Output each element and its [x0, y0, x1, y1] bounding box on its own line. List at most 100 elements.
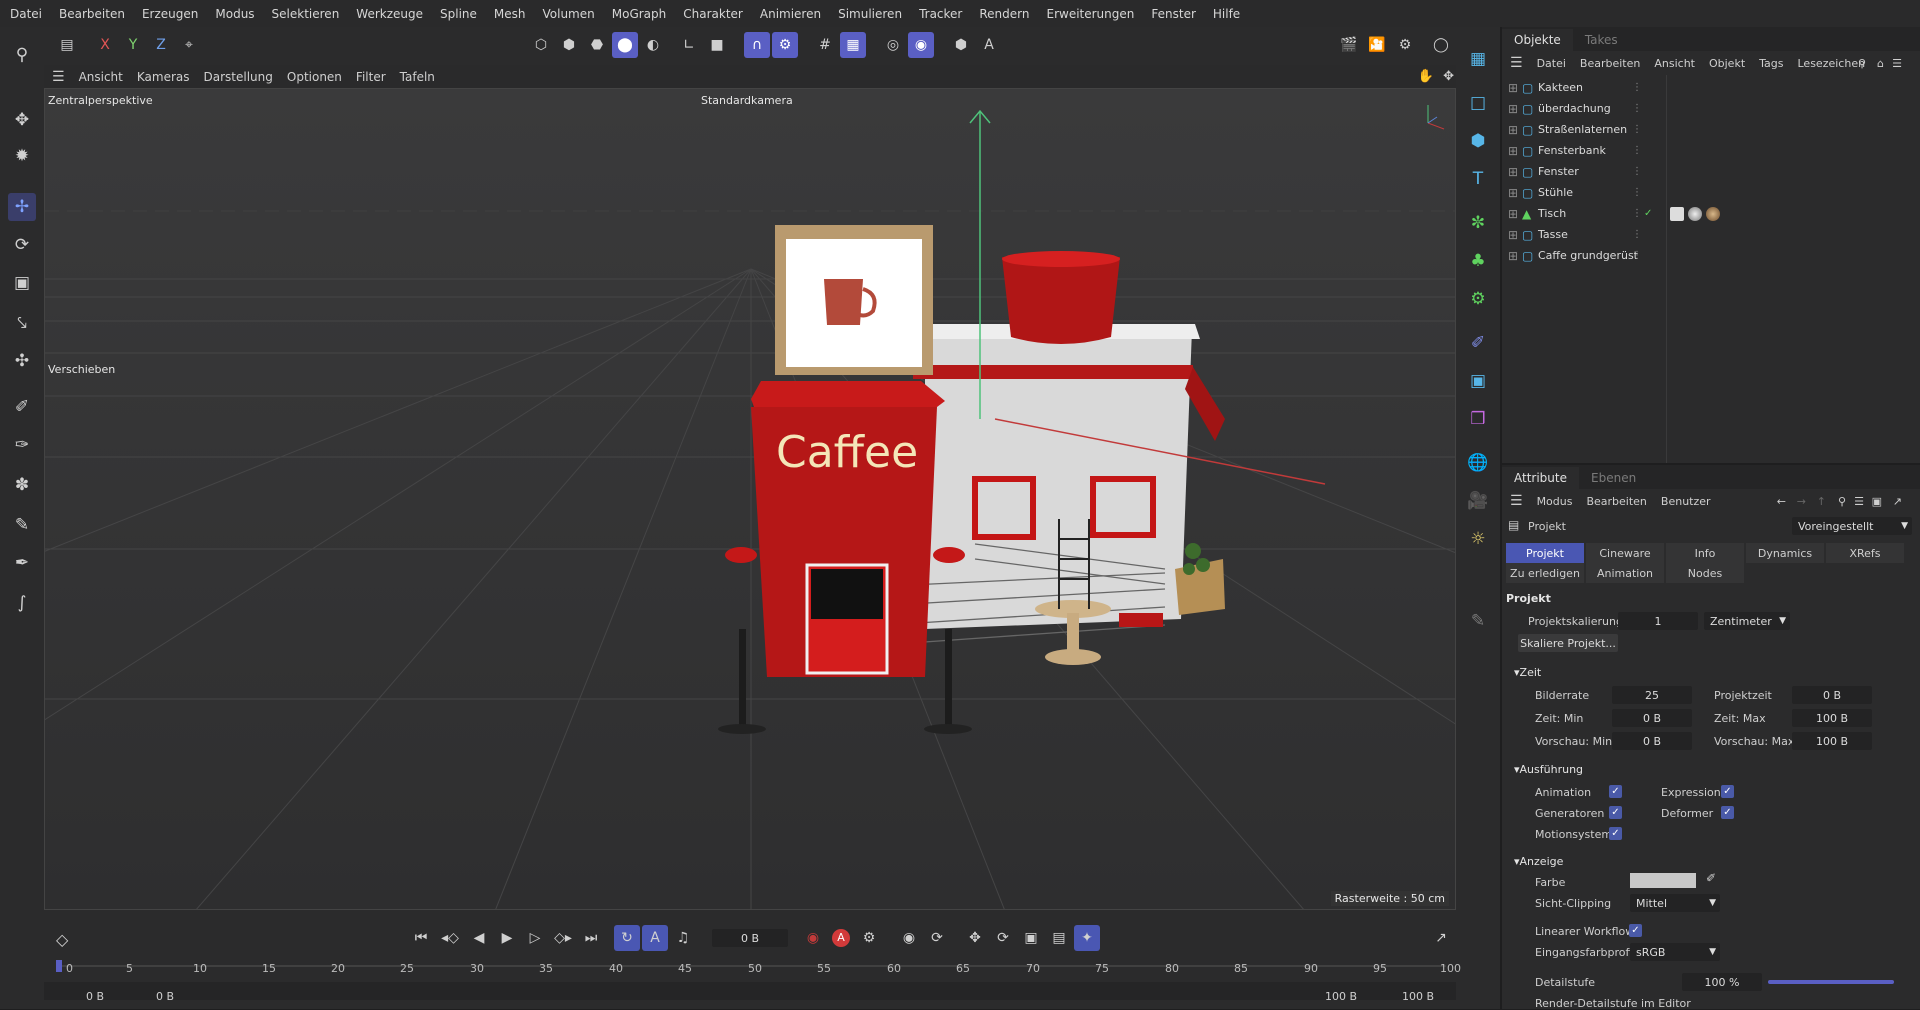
list-item[interactable]: ⊞ ▢ Fensterbank ⋮ [1502, 140, 1920, 161]
current-frame-input[interactable]: 0 B [712, 929, 788, 947]
menu-animieren[interactable]: Animieren [760, 7, 821, 21]
material-icon[interactable]: ⬢ [948, 32, 974, 58]
rotate-tool-icon[interactable]: ⟳ [8, 231, 36, 259]
range-start[interactable]: 0 B [86, 990, 104, 1003]
section-ausfuehrung[interactable]: ▾Ausführung [1514, 763, 1583, 776]
menu-rendern[interactable]: Rendern [979, 7, 1029, 21]
extrude-tool-icon[interactable]: ✽ [8, 471, 36, 499]
ptab-nodes[interactable]: Nodes [1666, 563, 1744, 583]
knife-tool-icon[interactable]: ✑ [8, 431, 36, 459]
move-tool-icon[interactable]: ✢ [8, 193, 36, 221]
filter-icon[interactable]: ☰ [1854, 495, 1864, 508]
light-icon[interactable]: ☼ [1464, 525, 1492, 553]
range-end[interactable]: 100 B [1402, 990, 1434, 1003]
tweak-tool-icon[interactable]: ✹ [8, 142, 36, 170]
sculpt-tool-icon[interactable]: ✒ [8, 549, 36, 577]
sicht-clipping-dropdown[interactable]: Mittel ▼ [1630, 894, 1720, 912]
snap-settings-icon[interactable]: ⚙ [772, 32, 798, 58]
camera-icon[interactable]: 🎥 [1464, 487, 1492, 515]
view-menu-kameras[interactable]: Kameras [137, 70, 190, 84]
ptab-projekt[interactable]: Projekt [1506, 543, 1584, 563]
motion-move-icon[interactable]: ✥ [962, 925, 988, 951]
search-icon[interactable]: ⚲ [1838, 495, 1846, 508]
hamburger-icon[interactable]: ☰ [1510, 493, 1523, 509]
edit-icon[interactable]: ✎ [1464, 607, 1492, 635]
projektzeit-input[interactable]: 0 B [1792, 686, 1872, 704]
loop-icon[interactable]: ↻ [614, 925, 640, 951]
transform-tool-icon[interactable]: ⤥ [8, 309, 36, 337]
list-item[interactable]: ⊞ ▢ Fenster ⋮ [1502, 161, 1920, 182]
axis-z-lock[interactable]: Z [148, 32, 174, 58]
motion-rotate-icon[interactable]: ⟳ [990, 925, 1016, 951]
tab-takes[interactable]: Takes [1573, 29, 1630, 51]
expand-icon[interactable]: ⊞ [1508, 228, 1518, 242]
zoom-view-icon[interactable]: ✥ [1443, 69, 1454, 84]
list-item[interactable]: ⊞ ▢ Stühle ⋮ [1502, 182, 1920, 203]
ptab-zu-erledigen[interactable]: Zu erledigen [1506, 563, 1584, 583]
animation-checkbox[interactable]: ✓ [1609, 785, 1622, 798]
forward-arrow-icon[interactable]: → [1797, 495, 1806, 508]
list-item[interactable]: ⊞ ▢ Caffe grundgerüst ⋮ [1502, 245, 1920, 266]
snap-move-icon[interactable]: ✣ [8, 347, 36, 375]
material-tag-icon[interactable] [1688, 206, 1702, 221]
undo-view-icon[interactable]: ▤ [54, 32, 80, 58]
cloner-icon[interactable]: ✼ [1464, 209, 1492, 237]
menu-werkzeuge[interactable]: Werkzeuge [356, 7, 423, 21]
ptab-dynamics[interactable]: Dynamics [1746, 543, 1824, 563]
timeline-ruler[interactable] [44, 910, 1456, 1009]
polygons-mode-icon[interactable]: ⬣ [584, 32, 610, 58]
expand-icon[interactable]: ⊞ [1508, 165, 1518, 179]
environment-icon[interactable]: 🌐 [1464, 449, 1492, 477]
scale-tool-icon[interactable]: ▣ [8, 269, 36, 297]
list-item[interactable]: ⊞ ▢ Straßenlaternen ⋮ [1502, 119, 1920, 140]
record-rot-icon[interactable]: ⟳ [924, 925, 950, 951]
null-object-icon[interactable]: □ [1464, 89, 1492, 117]
visibility-icon[interactable]: ⋮ [1632, 166, 1642, 177]
visibility-icon[interactable]: ⋮ [1632, 82, 1642, 93]
obj-menu-datei[interactable]: Datei [1537, 57, 1566, 70]
motion-pla-icon[interactable]: ✦ [1074, 925, 1100, 951]
mograph-icon[interactable]: ♣ [1464, 247, 1492, 275]
preset-dropdown[interactable]: Voreingestellt ▼ [1792, 517, 1912, 535]
menu-charakter[interactable]: Charakter [683, 7, 743, 21]
expand-icon[interactable]: ⊞ [1508, 186, 1518, 200]
layout-icon[interactable]: ▦ [1464, 45, 1492, 73]
points-mode-icon[interactable]: ⬡ [528, 32, 554, 58]
menu-spline[interactable]: Spline [440, 7, 477, 21]
projektskalierung-input[interactable]: 1 [1618, 612, 1698, 630]
coordinate-system-icon[interactable]: ⌖ [176, 32, 202, 58]
filter-icon[interactable]: ☰ [1892, 57, 1902, 70]
hamburger-icon[interactable]: ☰ [52, 69, 65, 85]
spline-sketch-icon[interactable]: ∫ [8, 589, 36, 617]
bilderrate-input[interactable]: 25 [1612, 686, 1692, 704]
model-mode-icon[interactable]: ⬤ [612, 32, 638, 58]
expand-icon[interactable]: ⊞ [1508, 102, 1518, 116]
prev-frame-icon[interactable]: ◀ [466, 925, 492, 951]
phong-tag-icon[interactable] [1670, 206, 1684, 221]
sound-icon[interactable]: ♫ [670, 925, 696, 951]
axis-x-lock[interactable]: X [92, 32, 118, 58]
material-tag-icon[interactable] [1706, 206, 1720, 221]
search-icon[interactable]: ⚲ [8, 41, 36, 69]
expressions-checkbox[interactable]: ✓ [1721, 785, 1734, 798]
edges-mode-icon[interactable]: ⬢ [556, 32, 582, 58]
section-zeit[interactable]: ▾Zeit [1514, 666, 1541, 679]
keyframe-icon[interactable]: ◇ [56, 930, 68, 949]
view-menu-ansicht[interactable]: Ansicht [79, 70, 123, 84]
expand-icon[interactable]: ⊞ [1508, 249, 1518, 263]
attr-menu-benutzer[interactable]: Benutzer [1661, 495, 1711, 508]
ptab-cineware[interactable]: Cineware [1586, 543, 1664, 563]
view-menu-filter[interactable]: Filter [356, 70, 386, 84]
new-window-icon[interactable]: ↗ [1893, 495, 1902, 508]
effector-icon[interactable]: ⚙ [1464, 285, 1492, 313]
axis-y-lock[interactable]: Y [120, 32, 146, 58]
menu-tracker[interactable]: Tracker [919, 7, 962, 21]
deformer-icon[interactable]: ✐ [1464, 329, 1492, 357]
visibility-icon[interactable]: ⋮ [1632, 250, 1642, 261]
detailstufe-input[interactable]: 100 % [1682, 973, 1762, 991]
spline-pen-icon[interactable]: ✐ [8, 393, 36, 421]
obj-menu-lesezeichen[interactable]: Lesezeichen [1798, 57, 1866, 70]
zeit-min-input[interactable]: 0 B [1612, 709, 1692, 727]
attr-menu-bearbeiten[interactable]: Bearbeiten [1586, 495, 1646, 508]
goto-end-icon[interactable]: ⏭ [578, 925, 604, 951]
